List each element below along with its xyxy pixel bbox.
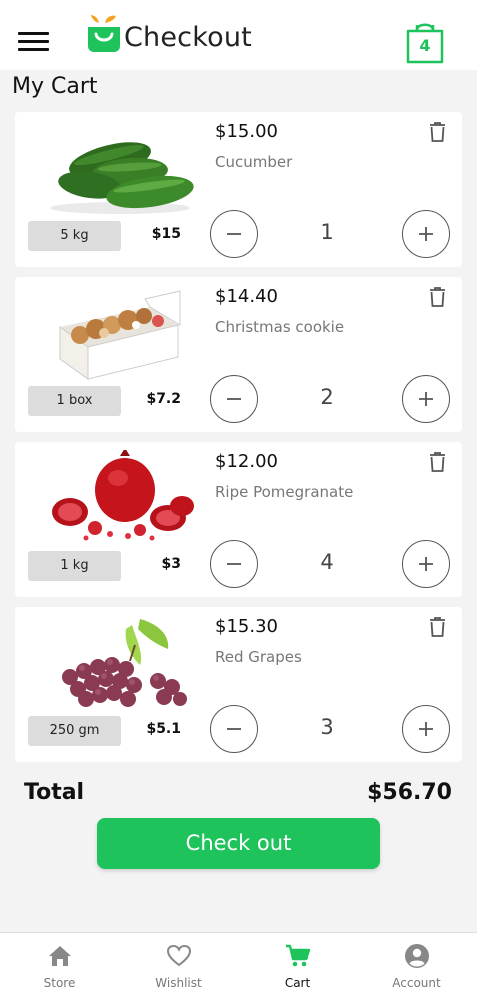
increase-quantity-button[interactable]: [402, 375, 450, 423]
brand-logo-icon: [88, 15, 120, 52]
nav-item-cart[interactable]: Cart: [238, 933, 357, 1000]
decrease-quantity-button[interactable]: [210, 705, 258, 753]
minus-icon: [227, 728, 241, 730]
trash-icon[interactable]: [429, 122, 446, 142]
quantity-value: 3: [320, 715, 334, 739]
item-price: $15.30: [215, 616, 278, 637]
unit-price: $15: [151, 226, 181, 242]
trash-icon[interactable]: [429, 617, 446, 637]
decrease-quantity-button[interactable]: [210, 210, 258, 258]
nav-item-wishlist[interactable]: Wishlist: [119, 933, 238, 1000]
item-price: $12.00: [215, 451, 278, 472]
heart-icon: [166, 944, 192, 967]
cart-item-card: 1 kg $3 $12.00 Ripe Pomegranate 4: [15, 442, 462, 597]
item-name: Christmas cookie: [215, 318, 345, 336]
increase-quantity-button[interactable]: [402, 705, 450, 753]
page-title: My Cart: [12, 74, 98, 99]
nav-label: Wishlist: [155, 976, 202, 990]
nav-label: Cart: [284, 976, 311, 990]
cart-icon: [286, 944, 311, 967]
item-name: Red Grapes: [215, 648, 302, 666]
quantity-value: 4: [320, 550, 334, 574]
cart-item-card: 250 gm $5.1 $15.30 Red Grapes 3: [15, 607, 462, 762]
trash-icon[interactable]: [429, 287, 446, 307]
cart-count-badge: 4: [419, 36, 431, 55]
unit-price: $7.2: [146, 391, 181, 407]
unit-price: $3: [161, 556, 181, 572]
item-name: Ripe Pomegranate: [215, 483, 354, 501]
decrease-quantity-button[interactable]: [210, 540, 258, 588]
cart-item-card: 5 kg $15 $15.00 Cucumber 1: [15, 112, 462, 267]
nav-item-store[interactable]: Store: [0, 933, 119, 1000]
nav-label: Account: [392, 976, 441, 990]
decrease-quantity-button[interactable]: [210, 375, 258, 423]
cart-bag-button[interactable]: 4: [404, 18, 446, 64]
checkout-button[interactable]: Check out: [97, 818, 380, 869]
unit-badge: 250 gm: [28, 716, 121, 746]
app-title: Checkout: [124, 22, 252, 53]
cart-item-card: 1 box $7.2 $14.40 Christmas cookie 2: [15, 277, 462, 432]
account-icon: [405, 944, 429, 968]
trash-icon[interactable]: [429, 452, 446, 472]
increase-quantity-button[interactable]: [402, 210, 450, 258]
red-grapes-image: [62, 619, 187, 707]
quantity-value: 2: [320, 385, 334, 409]
unit-badge: 1 kg: [28, 551, 121, 581]
total-label: Total: [24, 780, 85, 805]
item-price: $15.00: [215, 121, 278, 142]
plus-icon: [419, 227, 433, 241]
unit-badge: 1 box: [28, 386, 121, 416]
plus-icon: [419, 557, 433, 571]
unit-price: $5.1: [146, 721, 181, 737]
home-icon: [49, 946, 71, 966]
menu-icon[interactable]: [18, 32, 49, 52]
item-price: $14.40: [215, 286, 278, 307]
app-header: Checkout 4: [0, 0, 477, 70]
item-name: Cucumber: [215, 153, 293, 171]
quantity-value: 1: [320, 220, 334, 244]
nav-item-account[interactable]: Account: [357, 933, 476, 1000]
plus-icon: [419, 392, 433, 406]
bottom-nav: Store Wishlist Cart Account: [0, 932, 477, 1000]
minus-icon: [227, 398, 241, 400]
cucumber-image: [50, 142, 194, 214]
total-value: $56.70: [367, 780, 452, 805]
minus-icon: [227, 563, 241, 565]
unit-badge: 5 kg: [28, 221, 121, 251]
minus-icon: [227, 233, 241, 235]
cookie-box-image: [59, 290, 181, 380]
nav-label: Store: [43, 976, 76, 990]
plus-icon: [419, 722, 433, 736]
pomegranate-image: [52, 450, 194, 541]
increase-quantity-button[interactable]: [402, 540, 450, 588]
